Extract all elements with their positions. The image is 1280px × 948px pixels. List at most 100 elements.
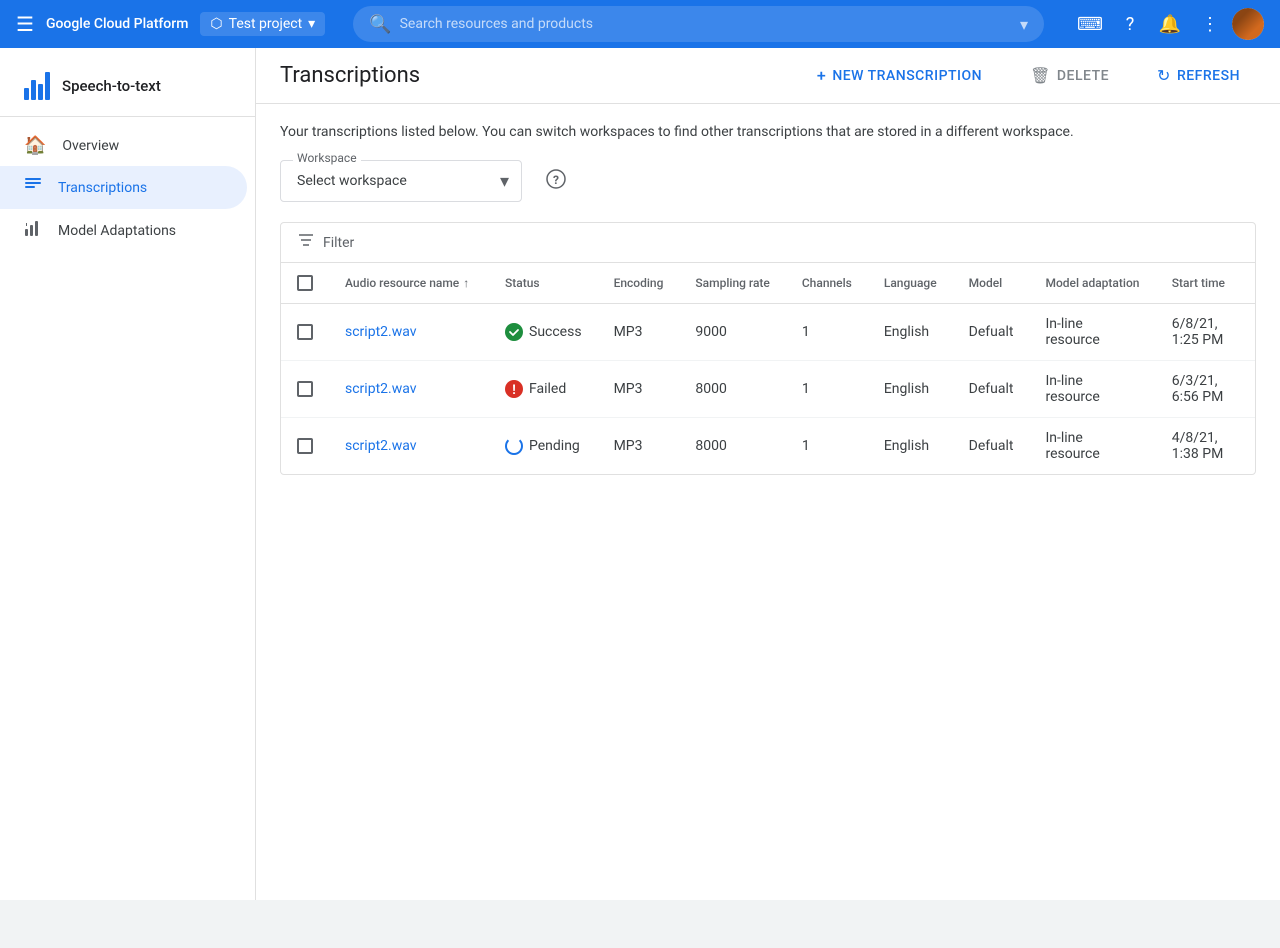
navbar-actions: ⌨ ? 🔔 ⋮: [1072, 6, 1264, 42]
cell-name[interactable]: script2.wav: [329, 361, 489, 418]
cell-sampling-rate: 9000: [679, 304, 785, 361]
cell-status: Pending: [489, 418, 598, 475]
page-description: Your transcriptions listed below. You ca…: [280, 124, 1256, 140]
cell-encoding: MP3: [598, 418, 680, 475]
more-options-button[interactable]: ⋮: [1192, 6, 1228, 42]
cell-language: English: [868, 418, 953, 475]
cell-start-time: 6/8/21, 1:25 PM: [1156, 304, 1255, 361]
sidebar-header: Speech-to-text: [0, 56, 255, 117]
row-checkbox-2[interactable]: [297, 438, 313, 454]
sidebar-item-model-adaptations[interactable]: Model Adaptations: [0, 209, 247, 252]
new-transcription-label: NEW TRANSCRIPTION: [832, 68, 982, 84]
sidebar-item-label: Overview: [62, 138, 119, 154]
cell-encoding: MP3: [598, 361, 680, 418]
project-chevron-icon: ▾: [308, 16, 315, 32]
sort-icon[interactable]: ↑: [463, 276, 469, 290]
cell-name[interactable]: script2.wav: [329, 418, 489, 475]
col-header-channels: Channels: [802, 276, 852, 290]
col-header-language: Language: [884, 276, 937, 290]
filter-label: Filter: [323, 235, 354, 251]
cell-start-time: 4/8/21, 1:38 PM: [1156, 418, 1255, 475]
row-checkbox-0[interactable]: [297, 324, 313, 340]
sidebar-item-transcriptions[interactable]: Transcriptions: [0, 166, 247, 209]
cell-model-adaptation: In-line resource: [1029, 304, 1155, 361]
refresh-label: REFRESH: [1177, 68, 1240, 84]
refresh-icon: ↻: [1157, 66, 1171, 85]
sidebar-item-label: Transcriptions: [58, 180, 147, 196]
main-content: Transcriptions + NEW TRANSCRIPTION 🗑 DEL…: [256, 48, 1280, 900]
col-header-status: Status: [505, 276, 540, 290]
pending-icon: [505, 437, 523, 455]
search-bar[interactable]: 🔍 ▾: [353, 6, 1044, 42]
project-selector[interactable]: ⬡ Test project ▾: [200, 12, 325, 36]
col-header-encoding: Encoding: [614, 276, 664, 290]
new-transcription-button[interactable]: + NEW TRANSCRIPTION: [801, 60, 998, 91]
col-header-start-time: Start time: [1172, 276, 1225, 290]
page-title: Transcriptions: [280, 63, 785, 88]
col-header-name: Audio resource name: [345, 276, 459, 290]
cloud-shell-button[interactable]: ⌨: [1072, 6, 1108, 42]
filter-icon: [297, 231, 315, 254]
workspace-selector[interactable]: Workspace Select workspace ▾: [280, 160, 522, 202]
cell-model-adaptation: In-line resource: [1029, 418, 1155, 475]
workspace-select[interactable]: Select workspace: [281, 161, 521, 201]
cell-start-time: 6/3/21, 6:56 PM: [1156, 361, 1255, 418]
navbar: ☰ Google Cloud Platform ⬡ Test project ▾…: [0, 0, 1280, 48]
search-expand-icon[interactable]: ▾: [1020, 15, 1028, 34]
row-checkbox-1[interactable]: [297, 381, 313, 397]
cell-sampling-rate: 8000: [679, 418, 785, 475]
app-logo: Google Cloud Platform: [46, 16, 188, 32]
product-icon: [24, 72, 50, 100]
delete-button: 🗑 DELETE: [1014, 60, 1125, 91]
success-icon: [505, 323, 523, 341]
cell-language: English: [868, 361, 953, 418]
workspace-label: Workspace: [293, 151, 361, 165]
delete-label: DELETE: [1057, 68, 1109, 84]
table-row: script2.wavSuccessMP390001EnglishDefualt…: [281, 304, 1255, 361]
sidebar: Speech-to-text 🏠 Overview Transcriptions: [0, 48, 256, 900]
sidebar-item-overview[interactable]: 🏠 Overview: [0, 125, 247, 166]
transcriptions-table-container: Filter Audio resource name ↑: [280, 222, 1256, 475]
sidebar-nav: 🏠 Overview Transcriptions: [0, 117, 255, 260]
cell-channels: 1: [786, 361, 868, 418]
cell-model: Defualt: [953, 418, 1030, 475]
project-icon: ⬡: [210, 16, 222, 32]
search-icon: 🔍: [369, 14, 391, 35]
svg-text:?: ?: [553, 173, 559, 187]
refresh-button[interactable]: ↻ REFRESH: [1141, 60, 1256, 91]
overview-icon: 🏠: [24, 135, 46, 156]
sidebar-item-label: Model Adaptations: [58, 223, 176, 239]
help-button[interactable]: ?: [1112, 6, 1148, 42]
failed-icon: !: [505, 380, 523, 398]
cell-encoding: MP3: [598, 304, 680, 361]
table-toolbar: Filter: [281, 223, 1255, 263]
select-all-checkbox[interactable]: [297, 275, 313, 291]
workspace-section: Workspace Select workspace ▾ ?: [280, 160, 1256, 202]
transcriptions-table: Audio resource name ↑ Status Encoding Sa…: [281, 263, 1255, 474]
cell-model: Defualt: [953, 304, 1030, 361]
cell-sampling-rate: 8000: [679, 361, 785, 418]
menu-icon[interactable]: ☰: [16, 12, 34, 36]
svg-text:!: !: [512, 383, 516, 398]
notifications-button[interactable]: 🔔: [1152, 6, 1188, 42]
cell-channels: 1: [786, 418, 868, 475]
cell-status: !Failed: [489, 361, 598, 418]
model-adaptations-icon: [24, 219, 42, 242]
user-avatar[interactable]: [1232, 8, 1264, 40]
cell-name[interactable]: script2.wav: [329, 304, 489, 361]
transcriptions-icon: [24, 176, 42, 199]
add-icon: +: [817, 66, 826, 85]
workspace-help-icon[interactable]: ?: [546, 169, 566, 194]
search-input[interactable]: [400, 16, 1012, 32]
cell-status: Success: [489, 304, 598, 361]
table-row: script2.wavPendingMP380001EnglishDefualt…: [281, 418, 1255, 475]
cell-model: Defualt: [953, 361, 1030, 418]
page-content: Your transcriptions listed below. You ca…: [256, 104, 1280, 900]
col-header-model: Model: [969, 276, 1003, 290]
col-header-model-adaptation: Model adaptation: [1045, 276, 1139, 290]
cell-model-adaptation: In-line resource: [1029, 361, 1155, 418]
cell-channels: 1: [786, 304, 868, 361]
sidebar-product-name: Speech-to-text: [62, 77, 161, 95]
page-header: Transcriptions + NEW TRANSCRIPTION 🗑 DEL…: [256, 48, 1280, 104]
col-header-sampling-rate: Sampling rate: [695, 276, 769, 290]
